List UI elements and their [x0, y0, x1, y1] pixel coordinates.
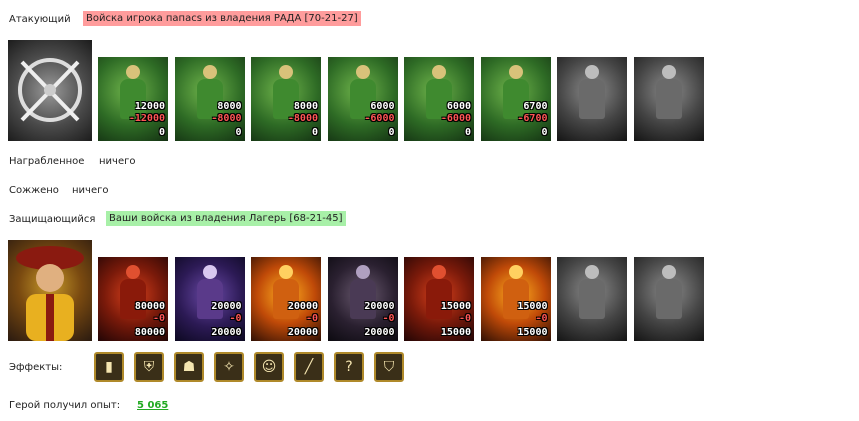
- unit-count-c3: 20000: [287, 327, 318, 338]
- attacker-label: Атакующий: [9, 14, 71, 25]
- unit-count-c1: 20000: [211, 301, 242, 312]
- beast-shield-icon[interactable]: ⛉: [374, 352, 404, 382]
- unit-count-c1: 15000: [440, 301, 471, 312]
- defender-unit-slot[interactable]: 15000 -0 15000: [480, 257, 551, 341]
- effect-glyph: ⛉: [383, 359, 395, 375]
- effect-glyph: ⛨: [143, 359, 155, 375]
- looted-value: ничего: [99, 156, 136, 167]
- unit-count-c3: 0: [158, 127, 165, 138]
- attacker-hero-crest: [8, 40, 92, 141]
- magma-golem-icon: [422, 265, 456, 325]
- unit-count-c3: 0: [464, 127, 471, 138]
- defender-label: Защищающийся: [9, 214, 96, 225]
- shield-icon[interactable]: ⛨: [134, 352, 164, 382]
- unit-count-c3: 80000: [134, 327, 165, 338]
- effects-label: Эффекты:: [9, 362, 63, 373]
- unit-count-c2: -8000: [287, 113, 318, 124]
- effect-glyph: ☗: [182, 359, 196, 375]
- unit-count-c1: 80000: [134, 301, 165, 312]
- defender-unit-slot[interactable]: 20000 -0 20000: [174, 257, 245, 341]
- defender-unit-slot[interactable]: 20000 -0 20000: [251, 257, 321, 341]
- defender-unit-slot[interactable]: 20000 -0 20000: [327, 257, 398, 341]
- hero-portrait-icon: [16, 246, 84, 341]
- unit-count-c3: 15000: [517, 327, 548, 338]
- effect-glyph: ▮: [105, 359, 113, 375]
- attacker-unit-slot[interactable]: 6000 -6000 0: [404, 57, 474, 141]
- crossbow-crest-icon: [18, 58, 82, 122]
- attacker-unit-slot[interactable]: 12000 -12000 0: [98, 57, 168, 141]
- unit-count-c1: 12000: [134, 101, 165, 112]
- hooded-figure-icon[interactable]: ☗: [174, 352, 204, 382]
- attacker-unit-slot[interactable]: 6000 -6000 0: [327, 57, 398, 141]
- question-icon[interactable]: ?: [334, 352, 364, 382]
- unit-count-c1: 6000: [446, 101, 471, 112]
- attacker-unit-slot[interactable]: 6700 -6700 0: [480, 57, 551, 141]
- burned-value: ничего: [72, 185, 109, 196]
- red-dragon-icon: [116, 265, 150, 325]
- unit-count-c2: -0: [305, 313, 318, 324]
- unit-count-c2: -6700: [517, 113, 548, 124]
- unit-count-c1: 6000: [370, 101, 395, 112]
- attacker-title: Войска игрока папасs из владения РАДА [7…: [83, 11, 361, 26]
- experience-label: Герой получил опыт:: [9, 400, 121, 411]
- unit-count-c2: -0: [229, 313, 242, 324]
- star-rune-icon[interactable]: ✧: [214, 352, 244, 382]
- effect-glyph: ?: [345, 359, 353, 375]
- attacker-unit-slot[interactable]: 8000 -8000 0: [174, 57, 245, 141]
- scroll-icon[interactable]: ╱: [294, 352, 324, 382]
- experience-value[interactable]: 5 065: [137, 400, 168, 411]
- effect-glyph: ╱: [304, 359, 314, 375]
- unit-count-c3: 20000: [211, 327, 242, 338]
- unit-count-c3: 0: [388, 127, 395, 138]
- skeleton-mage-icon: [193, 265, 227, 325]
- unit-count-c2: -0: [152, 313, 165, 324]
- unit-count-c1: 8000: [217, 101, 242, 112]
- unit-count-c3: 20000: [364, 327, 395, 338]
- tower-icon[interactable]: ▮: [94, 352, 124, 382]
- unit-count-c1: 15000: [517, 301, 548, 312]
- empty-slot-icon: [575, 65, 609, 125]
- unit-count-c3: 0: [311, 127, 318, 138]
- looted-label: Награбленное: [9, 156, 85, 167]
- empty-slot-icon: [652, 265, 686, 325]
- defender-unit-slot[interactable]: 80000 -0 80000: [98, 257, 168, 341]
- effect-glyph: ✧: [223, 359, 235, 375]
- attacker-unit-slot[interactable]: [633, 57, 704, 141]
- unit-count-c2: -8000: [211, 113, 242, 124]
- warrior-portrait-icon[interactable]: ☺: [254, 352, 284, 382]
- burned-label: Сожжено: [9, 185, 59, 196]
- unit-count-c1: 6700: [523, 101, 548, 112]
- unit-count-c1: 20000: [287, 301, 318, 312]
- unit-count-c2: -6000: [364, 113, 395, 124]
- effect-glyph: ☺: [261, 359, 277, 375]
- fire-warrior-icon: [499, 265, 533, 325]
- unit-count-c2: -0: [458, 313, 471, 324]
- defender-title: Ваши войска из владения Лагерь [68-21-45…: [106, 211, 346, 226]
- unit-count-c1: 20000: [364, 301, 395, 312]
- unit-count-c2: -12000: [128, 113, 165, 124]
- unit-count-c3: 0: [541, 127, 548, 138]
- empty-slot-icon: [652, 65, 686, 125]
- demon-icon: [346, 265, 380, 325]
- unit-count-c2: -6000: [440, 113, 471, 124]
- fire-elemental-icon: [269, 265, 303, 325]
- defender-unit-slot[interactable]: [633, 257, 704, 341]
- attacker-unit-slot[interactable]: 8000 -8000 0: [251, 57, 321, 141]
- unit-count-c3: 15000: [440, 327, 471, 338]
- unit-count-c2: -0: [382, 313, 395, 324]
- unit-count-c2: -0: [535, 313, 548, 324]
- defender-hero-portrait: [8, 240, 92, 341]
- defender-unit-slot[interactable]: [557, 257, 627, 341]
- empty-slot-icon: [575, 265, 609, 325]
- defender-unit-slot[interactable]: 15000 -0 15000: [404, 257, 474, 341]
- unit-count-c3: 0: [235, 127, 242, 138]
- attacker-unit-slot[interactable]: [557, 57, 627, 141]
- unit-count-c1: 8000: [293, 101, 318, 112]
